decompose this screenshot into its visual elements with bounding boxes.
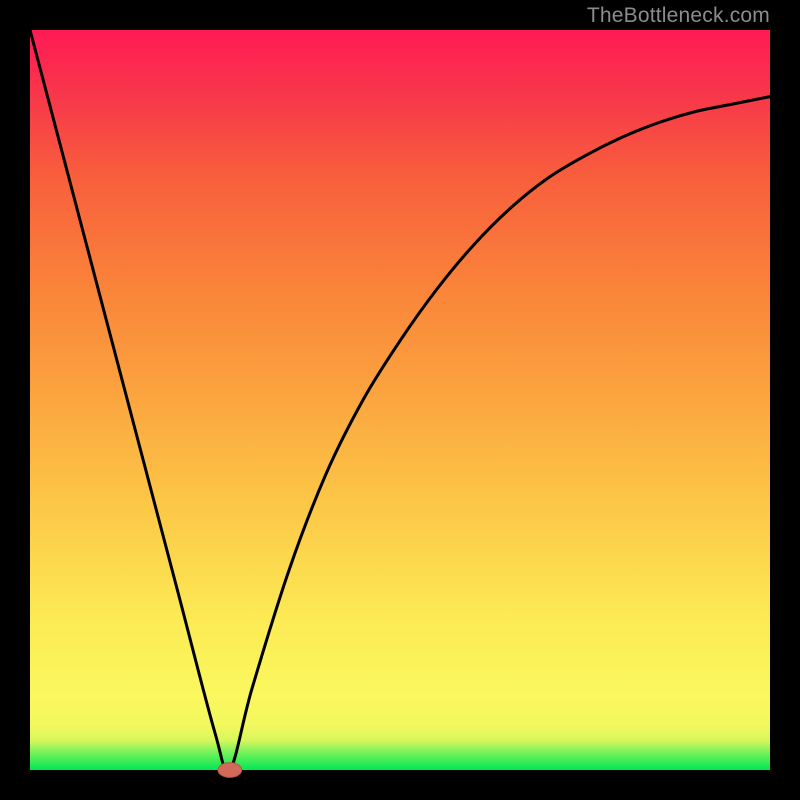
chart-plot-area	[30, 30, 770, 770]
optimal-point-marker	[218, 763, 242, 778]
bottleneck-curve	[30, 30, 770, 772]
chart-frame: TheBottleneck.com	[0, 0, 800, 800]
chart-svg	[30, 30, 770, 770]
attribution-label: TheBottleneck.com	[587, 4, 770, 28]
